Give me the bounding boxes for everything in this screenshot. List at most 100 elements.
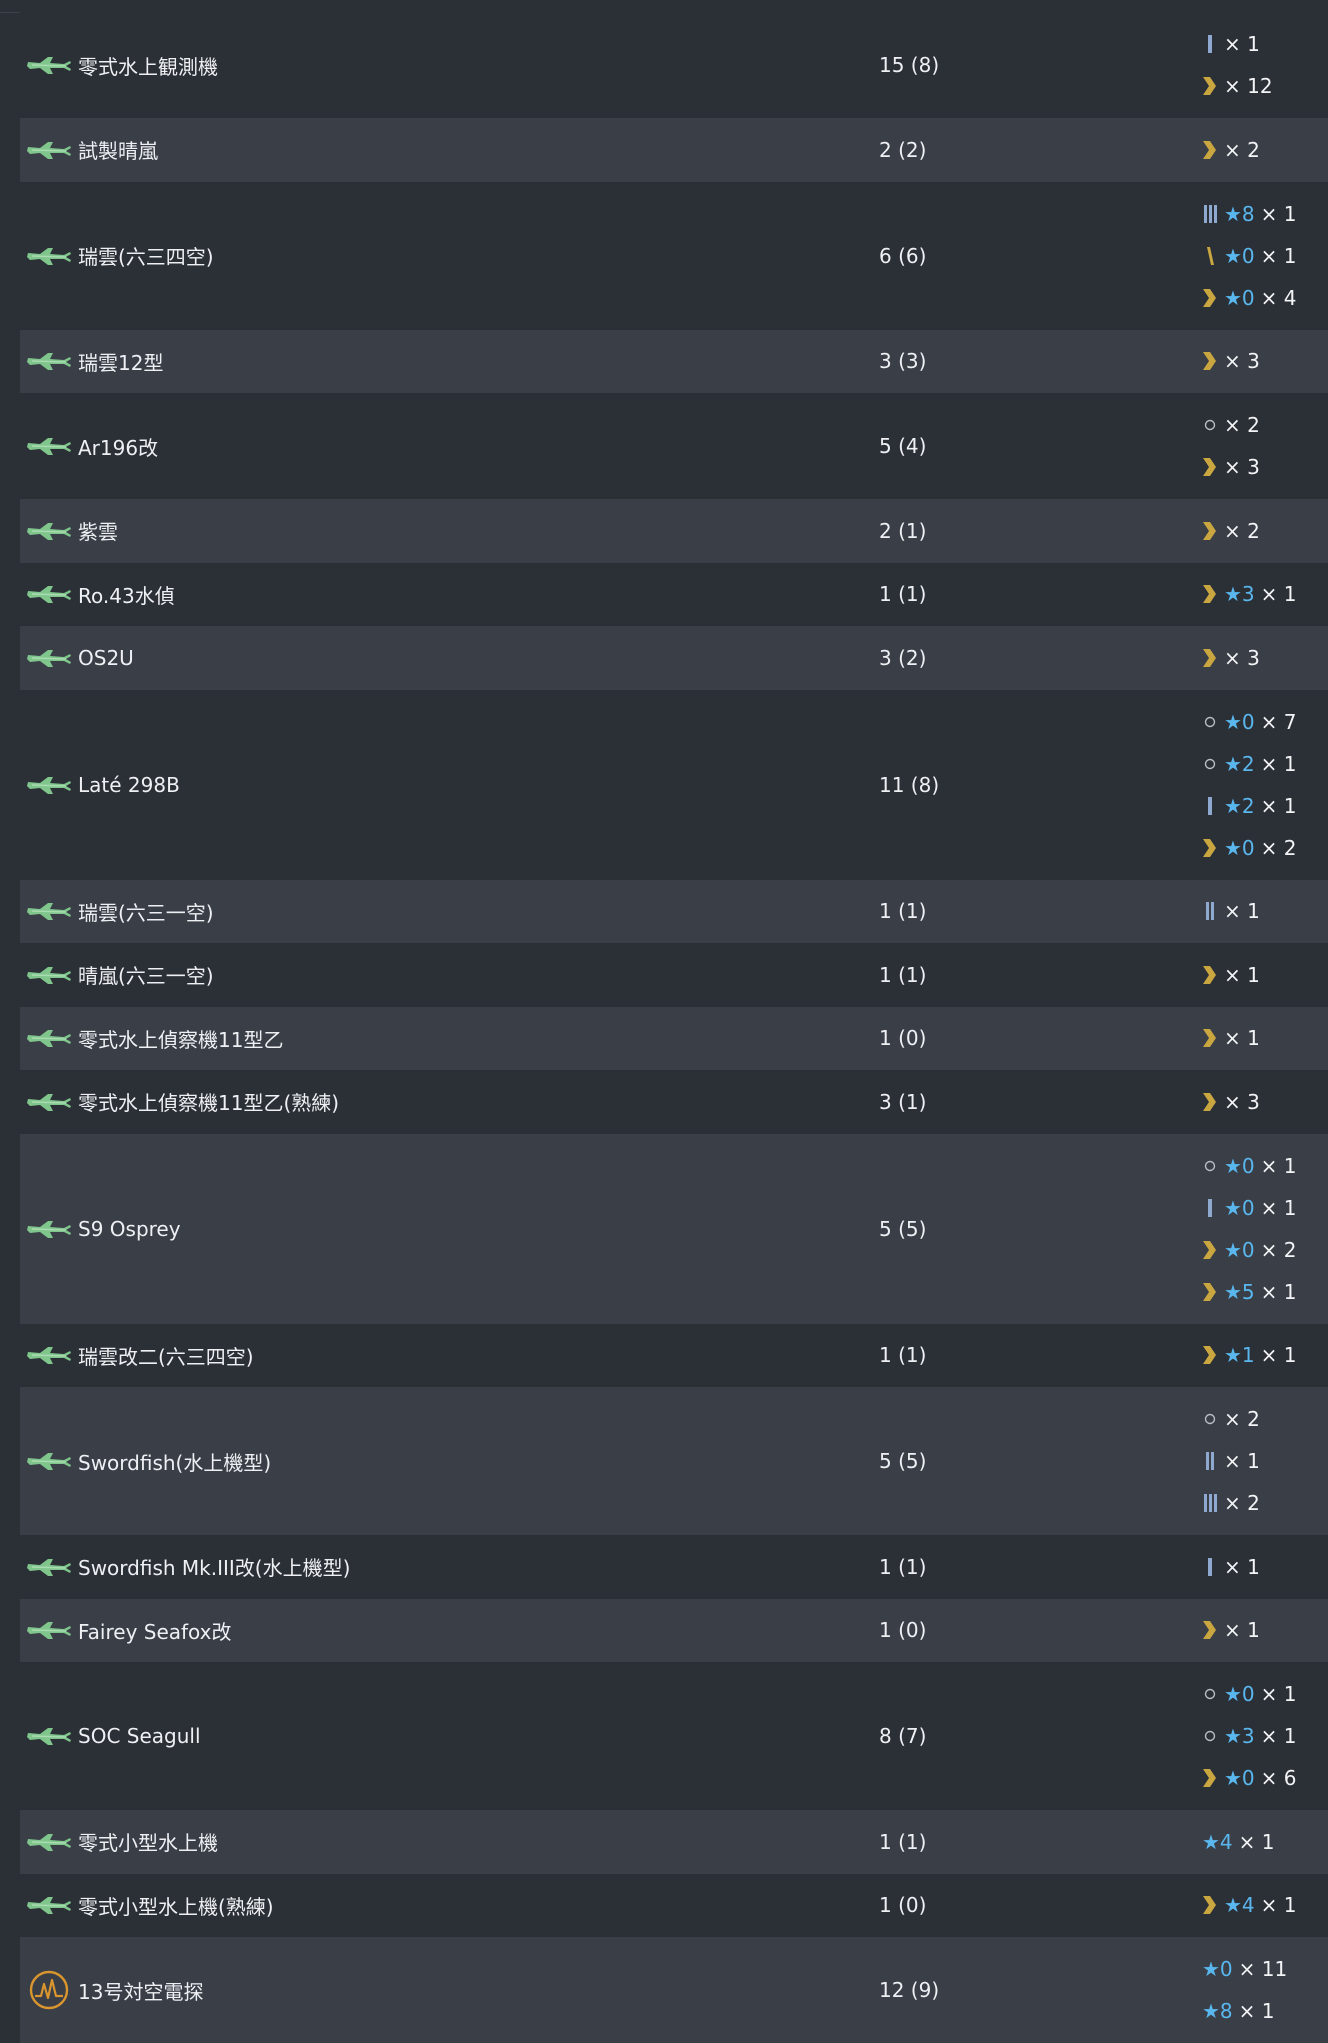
quantity-multiplier: × 1 — [1224, 899, 1260, 924]
table-row[interactable]: OS2U 3 (2) × 3 — [20, 626, 1328, 690]
bar-rank-icon — [1202, 203, 1220, 225]
table-row[interactable]: 瑞雲(六三一空) 1 (1) × 1 — [20, 879, 1328, 943]
chevron-rank-icon — [1202, 456, 1220, 478]
chevron-rank-icon — [1202, 837, 1220, 859]
seaplane-icon — [24, 1617, 74, 1643]
seaplane-icon — [24, 581, 74, 607]
seaplane-icon — [24, 1089, 74, 1115]
proficiency-line: × 2 — [1202, 1398, 1328, 1440]
equipment-name-cell: Swordfish(水上機型) — [20, 1387, 879, 1535]
proficiency-line: ★0 × 1 — [1202, 1673, 1328, 1715]
seaplane-icon — [24, 1554, 74, 1580]
equipment-name-cell: 13号対空電探 — [20, 1937, 879, 2043]
table-row[interactable]: SOC Seagull 8 (7) ★0 × 1 ★3 × 1 ★0 × 6 — [20, 1662, 1328, 1810]
equipment-name-cell: OS2U — [20, 626, 879, 690]
quantity-multiplier: × 1 — [1260, 793, 1297, 818]
radar-icon — [24, 1969, 74, 2011]
table-row[interactable]: Laté 298B 11 (8) ★0 × 7 ★2 × 1 ★2 × 1 ★0 × 2 — [20, 689, 1328, 880]
table-row[interactable]: 13号対空電探 12 (9) ★0 × 11 ★8 × 1 — [20, 1937, 1328, 2043]
quantity-multiplier: × 3 — [1224, 1089, 1260, 1114]
chevron-rank-icon — [1202, 583, 1220, 605]
equipment-name-cell: 零式小型水上機(熟練) — [20, 1874, 879, 1938]
proficiency-line: ★8 × 1 — [1202, 1990, 1328, 2032]
table-row[interactable]: 零式水上観測機 15 (8) × 1 × 12 — [20, 12, 1328, 118]
equipment-name: Laté 298B — [78, 772, 180, 797]
equipment-name-cell: 瑞雲12型 — [20, 330, 879, 394]
improvement-star: ★3 — [1224, 582, 1255, 607]
seaplane-icon — [24, 645, 74, 671]
seaplane-icon — [24, 1448, 74, 1474]
quantity-multiplier: × 1 — [1238, 1999, 1275, 2023]
proficiency-line: ★0 × 11 — [1202, 1948, 1328, 1990]
table-row[interactable]: 零式水上偵察機11型乙 1 (0) × 1 — [20, 1006, 1328, 1071]
proficiency-line: ★3 × 1 — [1202, 573, 1328, 615]
proficiency-line: × 1 — [1202, 954, 1328, 996]
proficiency-breakdown: ★0 × 1 ★3 × 1 ★0 × 6 — [1202, 1673, 1328, 1799]
table-row[interactable]: Ro.43水偵 1 (1) ★3 × 1 — [20, 562, 1328, 626]
equipment-name-cell: 瑞雲(六三四空) — [20, 182, 879, 330]
improvement-star: ★0 — [1224, 709, 1255, 734]
table-row[interactable]: 零式小型水上機(熟練) 1 (0) ★4 × 1 — [20, 1873, 1328, 1938]
quantity-multiplier: × 2 — [1260, 1237, 1297, 1262]
quantity-multiplier: × 2 — [1224, 413, 1260, 437]
table-row[interactable]: 紫雲 2 (1) × 2 — [20, 499, 1328, 563]
table-row[interactable]: Swordfish Mk.III改(水上機型) 1 (1) × 1 — [20, 1535, 1328, 1599]
seaplane-icon — [24, 1892, 74, 1918]
equipment-count: 12 (9) — [879, 1978, 940, 2002]
circle-rank-icon — [1202, 1725, 1220, 1747]
seaplane-icon — [24, 1025, 74, 1051]
equipment-name: Fairey Seafox改 — [78, 1619, 232, 1644]
table-row[interactable]: Swordfish(水上機型) 5 (5) × 2 × 1 × 2 — [20, 1387, 1328, 1535]
proficiency-line: ★2 × 1 — [1202, 743, 1328, 785]
equipment-count: 1 (1) — [879, 1829, 927, 1854]
equipment-count: 1 (1) — [879, 962, 927, 987]
table-row[interactable]: 瑞雲(六三四空) 6 (6) ★8 × 1 ★0 × 1 ★0 × 4 — [20, 181, 1328, 330]
table-row[interactable]: 零式水上偵察機11型乙(熟練) 3 (1) × 3 — [20, 1070, 1328, 1134]
table-row[interactable]: 零式小型水上機 1 (1) ★4 × 1 — [20, 1810, 1328, 1874]
bar-rank-icon — [1202, 33, 1220, 55]
quantity-multiplier: × 1 — [1260, 751, 1297, 776]
proficiency-line: ★0 × 2 — [1202, 1229, 1328, 1271]
proficiency-breakdown: ★0 × 11 ★8 × 1 — [1202, 1948, 1328, 2032]
proficiency-line: ★0 × 1 — [1202, 235, 1328, 277]
equipment-name-cell: 零式水上偵察機11型乙 — [20, 1007, 879, 1071]
equipment-count: 5 (5) — [879, 1216, 927, 1241]
proficiency-line: × 3 — [1202, 637, 1328, 679]
table-row[interactable]: 晴嵐(六三一空) 1 (1) × 1 — [20, 943, 1328, 1007]
proficiency-breakdown: × 1 — [1202, 1017, 1328, 1059]
seaplane-icon — [24, 1216, 74, 1242]
table-row[interactable]: Ar196改 5 (4) × 2 × 3 — [20, 393, 1328, 499]
equipment-name-cell: SOC Seagull — [20, 1662, 879, 1810]
quantity-multiplier: × 1 — [1260, 1724, 1297, 1748]
proficiency-breakdown: ★3 × 1 — [1202, 573, 1328, 615]
improvement-star: ★0 — [1224, 1682, 1255, 1706]
quantity-multiplier: × 1 — [1260, 582, 1297, 607]
equipment-count: 3 (2) — [879, 645, 927, 670]
bar-rank-icon — [1202, 795, 1220, 817]
table-row[interactable]: 瑞雲改二(六三四空) 1 (1) ★1 × 1 — [20, 1323, 1328, 1387]
quantity-multiplier: × 11 — [1238, 1957, 1288, 1981]
proficiency-line: × 2 — [1202, 404, 1328, 446]
table-row[interactable]: Fairey Seafox改 1 (0) × 1 — [20, 1598, 1328, 1662]
table-row[interactable]: 試製晴嵐 2 (2) × 2 — [20, 118, 1328, 182]
equipment-count: 1 (1) — [879, 1343, 927, 1368]
table-row[interactable]: 瑞雲12型 3 (3) × 3 — [20, 329, 1328, 394]
proficiency-breakdown: × 1 — [1202, 890, 1328, 932]
quantity-multiplier: × 1 — [1224, 32, 1260, 56]
proficiency-line: ★0 × 1 — [1202, 1145, 1328, 1187]
quantity-multiplier: × 3 — [1224, 349, 1260, 374]
proficiency-line: ★4 × 1 — [1202, 1821, 1328, 1863]
table-row[interactable]: S9 Osprey 5 (5) ★0 × 1 ★0 × 1 ★0 × 2 ★5 × 1 — [20, 1133, 1328, 1324]
seaplane-icon — [24, 518, 74, 544]
proficiency-line: × 1 — [1202, 1546, 1328, 1588]
proficiency-breakdown: × 2 — [1202, 129, 1328, 171]
equipment-count: 15 (8) — [879, 53, 940, 77]
chevron-rank-icon — [1202, 75, 1220, 97]
improvement-star: ★3 — [1224, 1724, 1255, 1748]
chevron-rank-icon — [1202, 1344, 1220, 1366]
slash-rank-icon — [1202, 245, 1220, 267]
equipment-name: 零式小型水上機(熟練) — [78, 1894, 274, 1919]
chevron-rank-icon — [1202, 1239, 1220, 1261]
chevron-rank-icon — [1202, 1027, 1220, 1049]
equipment-name: 瑞雲改二(六三四空) — [78, 1344, 254, 1369]
